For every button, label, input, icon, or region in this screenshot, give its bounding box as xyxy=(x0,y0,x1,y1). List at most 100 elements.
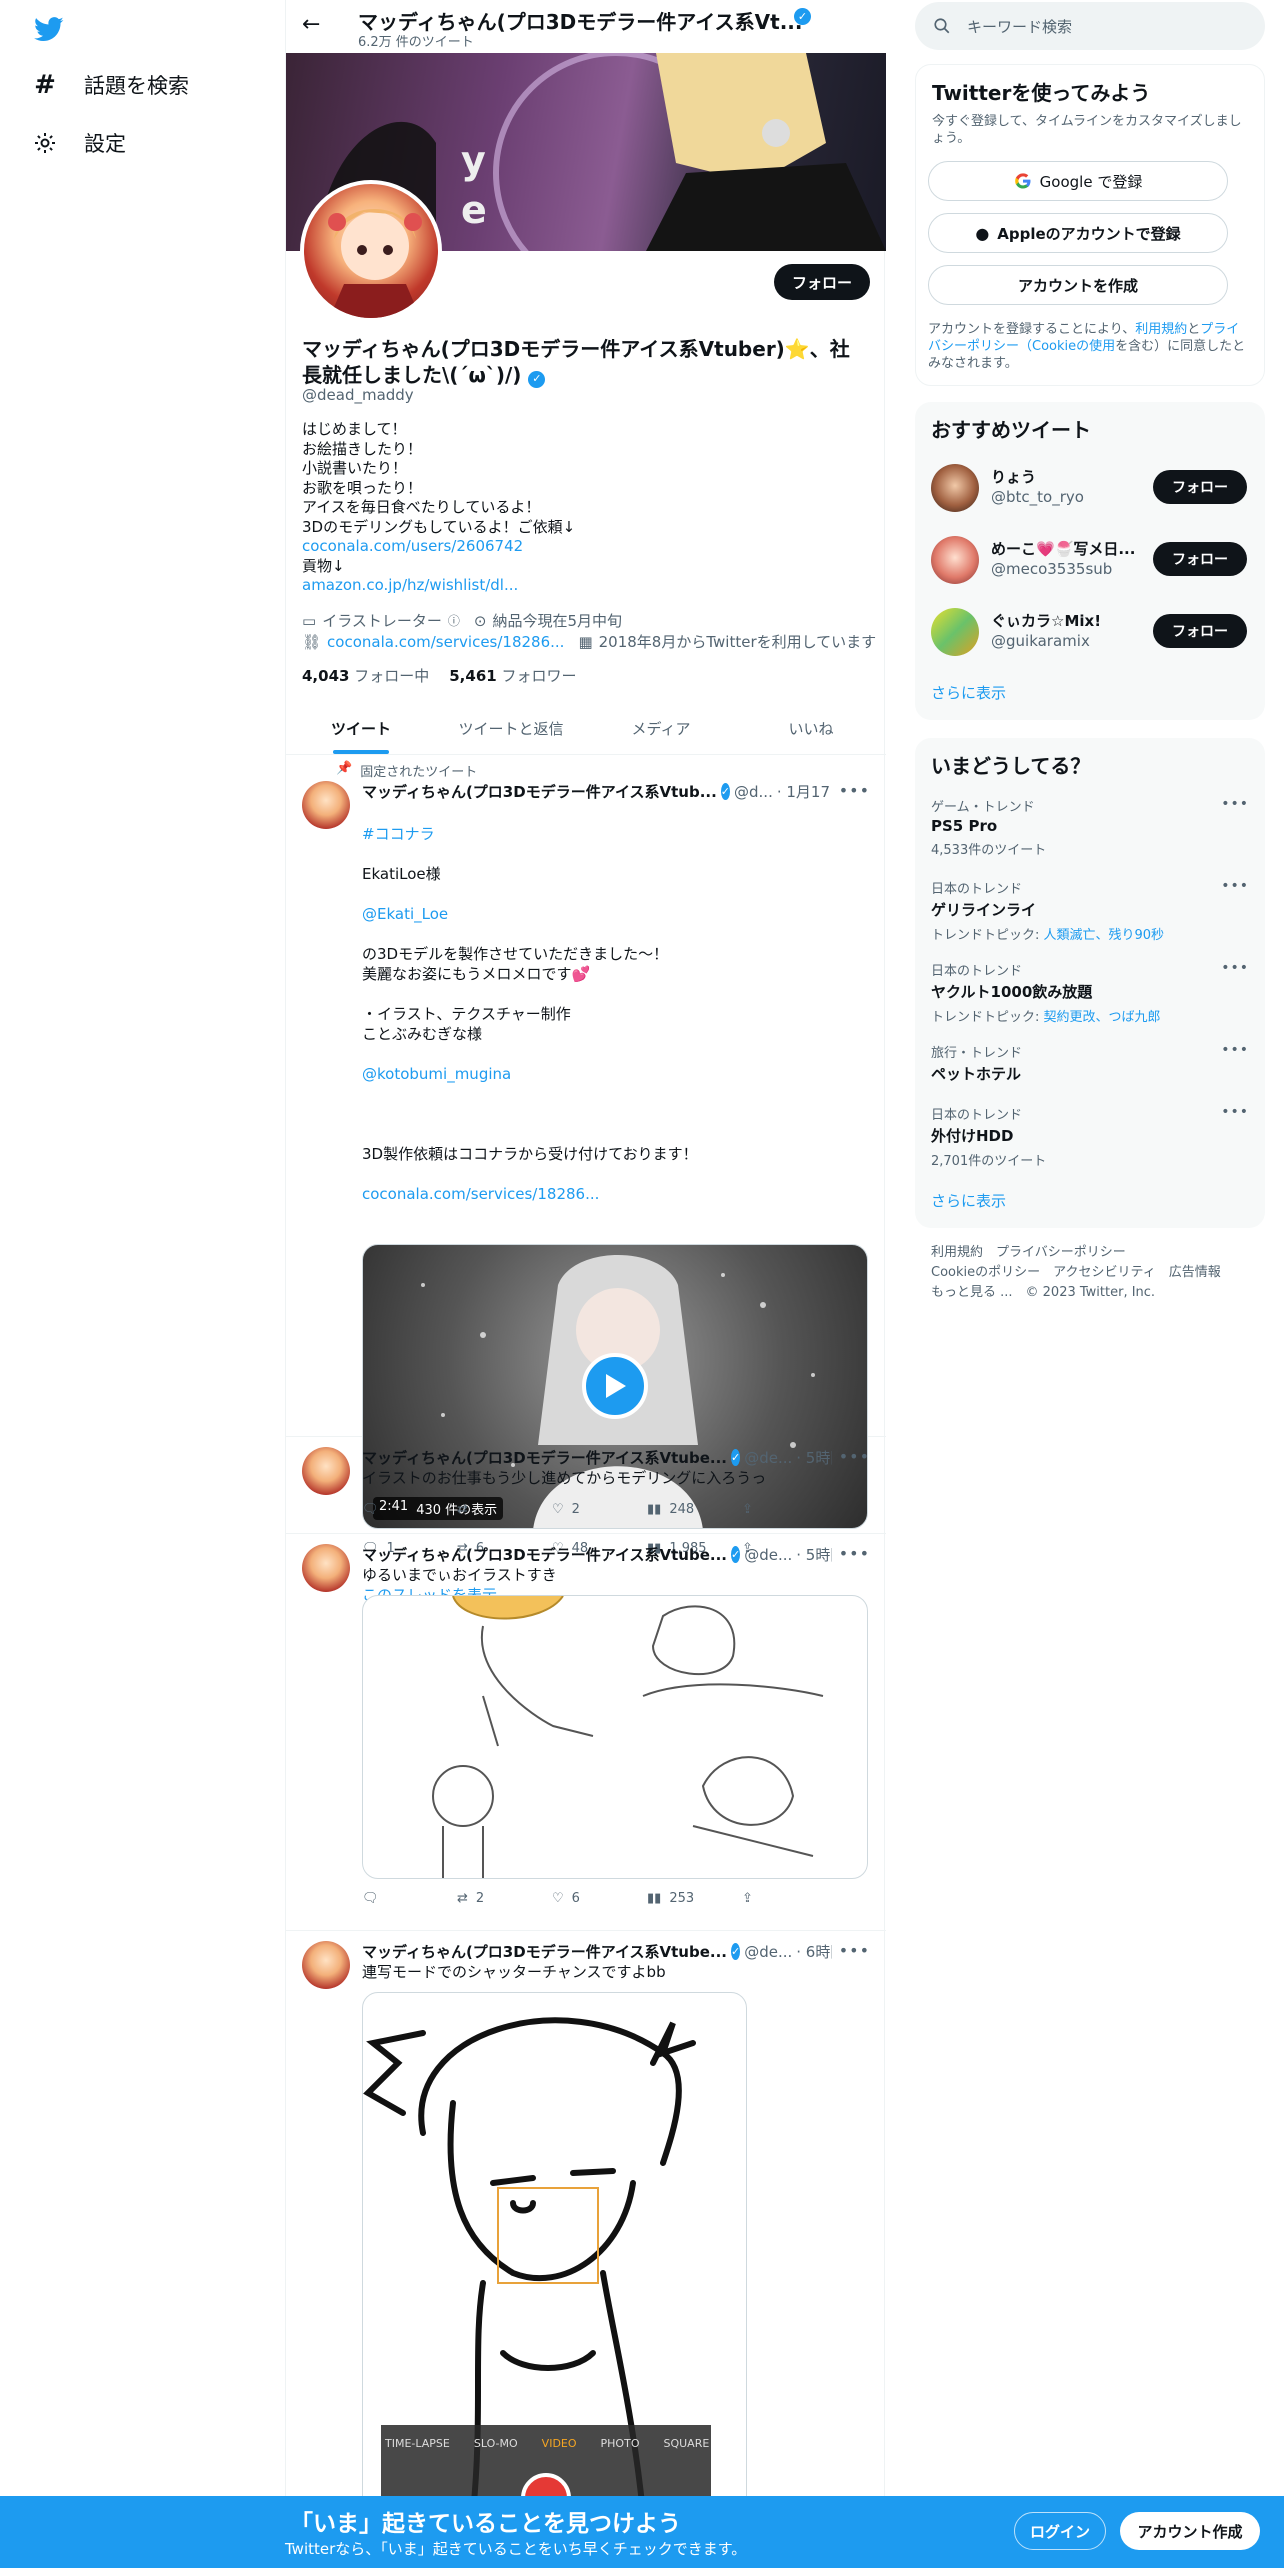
tweet-author-name[interactable]: マッディちゃん(プロ3Dモデラー件アイス系Vtube... xyxy=(362,1447,727,1468)
reply-button[interactable]: 🗨 xyxy=(362,1502,457,1517)
footer-line[interactable]: Cookieのポリシー アクセシビリティ 広告情報 xyxy=(931,1263,1221,1283)
tweet-time[interactable]: · 6時間 xyxy=(796,1941,832,1962)
more-options-icon[interactable]: ••• xyxy=(1221,960,1249,976)
trend-topic-link[interactable]: 契約更改、つば九郎 xyxy=(1044,1010,1161,1025)
camera-mode-slomo[interactable]: SLO-MO xyxy=(474,2437,518,2450)
like-button[interactable]: ♡ 2 xyxy=(552,1502,647,1517)
recommended-user[interactable]: めーこ💗🍧写メ日... @meco3535sub フォロー xyxy=(931,532,1249,588)
create-account-button[interactable]: アカウントを作成 xyxy=(928,265,1228,305)
tweet-time[interactable]: · 1月17日 xyxy=(777,781,832,802)
back-arrow-icon[interactable]: ← xyxy=(302,12,320,37)
more-options-icon[interactable]: ••• xyxy=(1221,1042,1249,1058)
tweet-handle[interactable]: @de... xyxy=(744,1449,792,1467)
recommend-show-more[interactable]: さらに表示 xyxy=(931,682,1006,703)
profile-website[interactable]: coconala.com/services/18286... xyxy=(327,633,564,651)
twitter-logo-icon[interactable] xyxy=(32,14,66,44)
avatar[interactable] xyxy=(302,1941,350,1989)
login-button[interactable]: ログイン xyxy=(1014,2512,1106,2550)
tweet-author-name[interactable]: マッディちゃん(プロ3Dモデラー件アイス系Vtube... xyxy=(362,1941,727,1962)
recommended-user-name[interactable]: めーこ💗🍧写メ日... xyxy=(991,538,1135,559)
avatar[interactable] xyxy=(931,536,979,584)
info-icon[interactable]: ⓘ xyxy=(448,612,460,629)
tab-likes[interactable]: いいね xyxy=(736,702,886,754)
more-options-icon[interactable]: ••• xyxy=(1221,1104,1249,1120)
views-button[interactable]: ▮▮ 248 xyxy=(647,1502,742,1517)
play-button[interactable] xyxy=(582,1353,648,1419)
tab-tweets-and-replies[interactable]: ツイートと返信 xyxy=(436,702,586,754)
trend-item[interactable]: 日本のトレンド ヤクルト1000飲み放題 トレンドトピック: 契約更改、つば九郎… xyxy=(931,960,1249,1025)
reply-button[interactable]: 🗨 xyxy=(362,1891,457,1906)
signup-button[interactable]: アカウント作成 xyxy=(1120,2512,1260,2550)
main-column: ← マッディちゃん(プロ3Dモデラー件アイス系Vt... ✓ 6.2万 件のツイ… xyxy=(285,0,886,2568)
trends-show-more[interactable]: さらに表示 xyxy=(931,1190,1006,1211)
trend-topic-link[interactable]: 人類滅亡、残り90秒 xyxy=(1044,928,1165,943)
tweet-image[interactable]: TIME-LAPSE SLO-MO VIDEO PHOTO SQUARE xyxy=(362,1992,747,2512)
footer-links[interactable]: 利用規約 プライバシーポリシー Cookieのポリシー アクセシビリティ 広告情… xyxy=(931,1243,1221,1303)
trend-item[interactable]: 日本のトレンド 外付けHDD 2,701件のツイート ••• xyxy=(931,1104,1249,1169)
avatar[interactable] xyxy=(302,1544,350,1592)
nav-explore[interactable]: # 話題を検索 xyxy=(32,70,189,100)
avatar[interactable] xyxy=(931,464,979,512)
footer-line[interactable]: 利用規約 プライバシーポリシー xyxy=(931,1243,1221,1263)
google-signup-button[interactable]: Google で登録 xyxy=(928,161,1228,201)
svg-text:e: e xyxy=(461,188,487,232)
camera-mode-square[interactable]: SQUARE xyxy=(663,2437,709,2450)
camera-mode-video[interactable]: VIDEO xyxy=(542,2437,577,2450)
tab-tweets[interactable]: ツイート xyxy=(286,702,436,754)
views-button[interactable]: ▮▮ 253 xyxy=(647,1891,742,1906)
tweet-handle[interactable]: @de... xyxy=(744,1943,792,1961)
share-button[interactable]: ⇪ xyxy=(742,1891,837,1906)
tweet-handle[interactable]: @d... xyxy=(734,783,773,801)
follow-button[interactable]: フォロー xyxy=(1153,614,1247,648)
tweet[interactable]: ••• マッディちゃん(プロ3Dモデラー件アイス系Vtube... ✓ @de.… xyxy=(286,1437,886,1534)
camera-mode-timelapse[interactable]: TIME-LAPSE xyxy=(385,2437,450,2450)
tweet-author-name[interactable]: マッディちゃん(プロ3Dモデラー件アイス系Vtub... xyxy=(362,781,717,802)
profile-avatar[interactable] xyxy=(300,180,442,322)
tweet-image[interactable] xyxy=(362,1595,868,1879)
tweet-pinned[interactable]: 📌 固定されたツイート ••• マッディちゃん(プロ3Dモデラー件アイス系Vtu… xyxy=(286,755,886,1604)
bio-line: 小説書いたり！ xyxy=(302,459,408,477)
retweet-button[interactable]: ⇄ xyxy=(457,1502,552,1517)
camera-mode-photo[interactable]: PHOTO xyxy=(601,2437,640,2450)
trend-item[interactable]: 旅行・トレンド ペットホテル ••• xyxy=(931,1042,1249,1084)
avatar[interactable] xyxy=(302,781,350,829)
followers-link[interactable]: 5,461 フォロワー xyxy=(449,665,576,686)
recommended-user[interactable]: りょう @btc_to_ryo フォロー xyxy=(931,460,1249,516)
tweet-time[interactable]: · 5時間 xyxy=(796,1544,832,1565)
tweet-handle[interactable]: @de... xyxy=(744,1546,792,1564)
mention-link[interactable]: @kotobumi_mugina xyxy=(362,1064,870,1084)
trend-item[interactable]: ゲーム・トレンド PS5 Pro 4,533件のツイート ••• xyxy=(931,796,1249,858)
tweet-time[interactable]: · 5時間 xyxy=(796,1447,832,1468)
share-button[interactable]: ⇪ xyxy=(742,1502,837,1517)
profile-bio: はじめまして！ お絵描きしたり！ 小説書いたり！ お歌を唄ったり！ アイスを毎日… xyxy=(302,420,862,596)
tab-media[interactable]: メディア xyxy=(586,702,736,754)
recommended-user-name[interactable]: りょう xyxy=(991,466,1036,487)
tweet-link[interactable]: coconala.com/services/18286... xyxy=(362,1184,870,1204)
nav-settings[interactable]: 設定 xyxy=(32,128,126,158)
recommended-user[interactable]: ぐぃカラ☆Mix! @guikaramix フォロー xyxy=(931,604,1249,660)
tweet[interactable]: ••• マッディちゃん(プロ3Dモデラー件アイス系Vtube... ✓ @de.… xyxy=(286,1931,886,2512)
recommended-user-handle: @guikaramix xyxy=(991,632,1090,650)
avatar[interactable] xyxy=(931,608,979,656)
footer-line[interactable]: もっと見る ... © 2023 Twitter, Inc. xyxy=(931,1283,1221,1303)
recommended-user-name[interactable]: ぐぃカラ☆Mix! xyxy=(991,610,1101,631)
follow-button[interactable]: フォロー xyxy=(1153,470,1247,504)
tweet[interactable]: ••• マッディちゃん(プロ3Dモデラー件アイス系Vtube... ✓ @de.… xyxy=(286,1534,886,1931)
mention-link[interactable]: @Ekati_Loe xyxy=(362,904,870,924)
bio-link-coconala[interactable]: coconala.com/users/2606742 xyxy=(302,537,862,557)
apple-signup-button[interactable]: ● Appleのアカウントで登録 xyxy=(928,213,1228,253)
profile-follow-button[interactable]: フォロー xyxy=(774,264,870,300)
following-link[interactable]: 4,043 フォロー中 xyxy=(302,665,429,686)
tweet-author-name[interactable]: マッディちゃん(プロ3Dモデラー件アイス系Vtube... xyxy=(362,1544,727,1565)
like-button[interactable]: ♡ 6 xyxy=(552,1891,647,1906)
trend-item[interactable]: 日本のトレンド ゲリラインライ トレンドトピック: 人類滅亡、残り90秒 ••• xyxy=(931,878,1249,943)
more-options-icon[interactable]: ••• xyxy=(1221,878,1249,894)
hashtag-link[interactable]: #ココナラ xyxy=(362,824,870,844)
bio-link-amazon[interactable]: amazon.co.jp/hz/wishlist/dl... xyxy=(302,576,862,596)
terms-link[interactable]: 利用規約 xyxy=(1135,322,1187,337)
more-options-icon[interactable]: ••• xyxy=(1221,796,1249,812)
retweet-button[interactable]: ⇄ 2 xyxy=(457,1891,552,1906)
search-box[interactable]: キーワード検索 xyxy=(915,2,1265,50)
follow-button[interactable]: フォロー xyxy=(1153,542,1247,576)
avatar[interactable] xyxy=(302,1447,350,1495)
